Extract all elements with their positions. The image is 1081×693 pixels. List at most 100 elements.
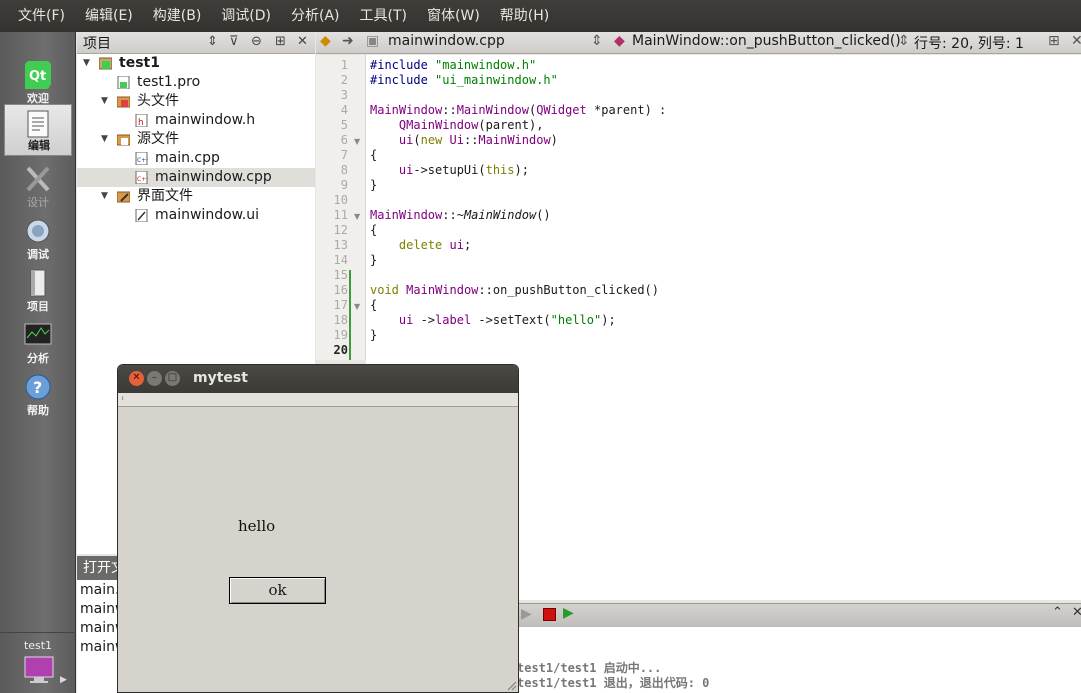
split-icon[interactable]: ⊞	[275, 34, 286, 49]
code-line: }	[370, 253, 378, 267]
minimize-window-icon[interactable]: –	[147, 371, 162, 386]
svg-text:Qt: Qt	[29, 69, 46, 84]
fold-marker-icon[interactable]: ▼	[354, 137, 360, 146]
lock-icon: ▣	[366, 33, 380, 49]
mode-help[interactable]: ? 帮助	[4, 368, 72, 420]
debug-bug-icon	[26, 219, 50, 243]
maximize-pane-icon[interactable]: ⌃	[1052, 605, 1063, 620]
kit-selector[interactable]: test1 ▶	[0, 632, 76, 693]
project-panel-header: 项目 ⇕ ⊽ ⊖ ⊞ ✕	[77, 32, 315, 54]
menubar-glyph: ᵢ	[122, 393, 124, 403]
folder-icon	[117, 134, 130, 146]
rerun-icon[interactable]: ▶	[563, 605, 574, 621]
qt-project-icon	[99, 57, 112, 70]
mode-analyze[interactable]: 分析	[4, 316, 72, 368]
line-number: 16	[333, 283, 348, 297]
file-selector[interactable]: mainwindow.cpp	[388, 33, 505, 49]
view-select-arrow-icon[interactable]: ⇕	[207, 34, 218, 49]
code-line: QMainWindow(parent),	[398, 118, 544, 132]
line-number: 14	[333, 253, 348, 267]
function-dropdown-icon[interactable]: ⇕	[898, 33, 910, 49]
mode-projects[interactable]: 项目	[4, 264, 72, 316]
close-window-icon[interactable]: ✕	[129, 371, 144, 386]
run-icon[interactable]: ▶	[521, 606, 532, 622]
kit-arrow-icon: ▶	[60, 675, 67, 685]
mode-debug[interactable]: 调试	[4, 212, 72, 264]
expand-arrow-icon[interactable]: ▼	[83, 54, 90, 73]
menu-debug[interactable]: 调试(D)	[211, 0, 281, 32]
window-titlebar[interactable]: ✕ – □ mytest	[118, 365, 518, 393]
output-toolbar: ▶ ▶ ⌃ ✕	[515, 603, 1081, 627]
close-editor-icon[interactable]: ✕	[1071, 33, 1081, 49]
code-line: ui(new Ui::MainWindow)	[398, 133, 558, 147]
menu-tools[interactable]: 工具(T)	[350, 0, 417, 32]
document-edit-icon	[27, 110, 49, 138]
code-line: ui ->label ->setText("hello");	[398, 313, 616, 327]
ui-file-icon	[135, 209, 148, 222]
line-number: 7	[340, 148, 348, 162]
forward-arrow-icon[interactable]: ➜	[342, 33, 354, 49]
mode-design[interactable]: 设计	[4, 160, 72, 212]
menu-file[interactable]: 文件(F)	[8, 0, 75, 32]
fold-marker-icon[interactable]: ▼	[354, 302, 360, 311]
stop-icon[interactable]	[543, 608, 556, 621]
mode-label: 分析	[27, 352, 49, 365]
pro-file-icon	[117, 76, 130, 89]
expand-arrow-icon[interactable]: ▼	[101, 130, 108, 149]
close-panel-icon[interactable]: ✕	[297, 34, 308, 49]
window-menubar[interactable]: ᵢ	[118, 393, 518, 407]
expand-arrow-icon[interactable]: ▼	[101, 187, 108, 206]
line-number: 10	[333, 193, 348, 207]
link-editor-icon[interactable]: ⊖	[251, 34, 262, 49]
mode-edit[interactable]: 编辑	[4, 104, 72, 156]
kit-label: test1	[23, 639, 53, 652]
mode-label: 设计	[27, 196, 49, 209]
mode-label: 项目	[27, 300, 49, 313]
back-arrow-icon[interactable]: ◆	[320, 33, 331, 49]
expand-arrow-icon[interactable]: ▼	[101, 92, 108, 111]
resize-grip-icon[interactable]	[505, 679, 517, 691]
line-number: 3	[340, 88, 348, 102]
line-number: 2	[340, 73, 348, 87]
line-number: 8	[340, 163, 348, 177]
line-number: 17	[333, 298, 348, 312]
code-line: }	[370, 328, 378, 342]
ok-button[interactable]: ok	[229, 577, 326, 604]
line-number: 1	[340, 58, 348, 72]
menu-analyze[interactable]: 分析(A)	[281, 0, 350, 32]
fold-marker-icon[interactable]: ▼	[354, 212, 360, 221]
menu-edit[interactable]: 编辑(E)	[75, 0, 143, 32]
menu-window[interactable]: 窗体(W)	[417, 0, 490, 32]
mytest-window: ✕ – □ mytest ᵢ hello ok	[117, 364, 519, 693]
code-line: ui->setupUi(this);	[398, 163, 529, 177]
mode-sidebar: Qt 欢迎 编辑 设计 调试 项目 分析 ? 帮助 test1 ▶	[0, 32, 76, 693]
header-file-icon: h	[135, 114, 148, 127]
function-selector[interactable]: MainWindow::on_pushButton_clicked()	[632, 33, 901, 49]
mode-label: 帮助	[27, 404, 49, 417]
menu-build[interactable]: 构建(B)	[143, 0, 212, 32]
editor-toolbar: ◆ ➜ ▣ mainwindow.cpp ⇕ ◆ MainWindow::on_…	[316, 32, 1081, 54]
window-title: mytest	[193, 370, 248, 386]
code-line: MainWindow::MainWindow(QWidget *parent) …	[370, 103, 667, 117]
code-line: }	[370, 178, 378, 192]
menu-help[interactable]: 帮助(H)	[490, 0, 559, 32]
line-number: 13	[333, 238, 348, 252]
filter-icon[interactable]: ⊽	[229, 34, 239, 49]
code-line: void MainWindow::on_pushButton_clicked()	[370, 283, 660, 297]
svg-text:C++: C++	[137, 157, 148, 164]
mode-label: 调试	[27, 248, 49, 261]
project-book-icon	[30, 269, 46, 297]
file-dropdown-icon[interactable]: ⇕	[591, 33, 603, 49]
line-number: 6	[340, 133, 348, 147]
split-icon[interactable]: ⊞	[1048, 33, 1060, 49]
code-line: {	[370, 148, 378, 162]
cpp-file-icon: C++	[135, 152, 148, 165]
cpp-file-icon: C++	[135, 171, 148, 184]
svg-text:?: ?	[33, 378, 42, 397]
close-pane-icon[interactable]: ✕	[1072, 605, 1081, 620]
maximize-window-icon[interactable]: □	[165, 371, 180, 386]
line-number: 20	[333, 343, 348, 357]
desktop-monitor-icon	[24, 656, 54, 683]
mode-welcome[interactable]: Qt 欢迎	[4, 56, 72, 108]
line-number: 12	[333, 223, 348, 237]
